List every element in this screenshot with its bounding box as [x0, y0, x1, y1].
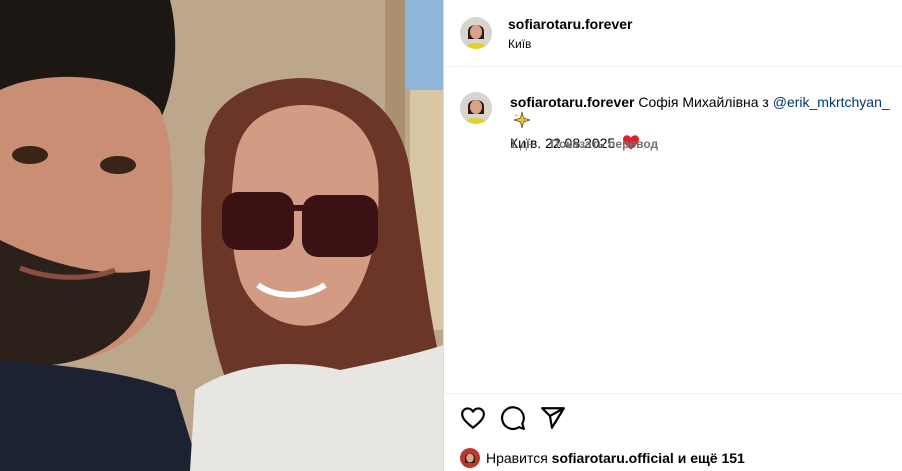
sparkles-icon	[512, 111, 532, 133]
caption-avatar[interactable]	[460, 92, 492, 124]
likes-count[interactable]: и ещё 151	[678, 450, 745, 466]
likes-prefix: Нравится	[486, 450, 548, 466]
caption-text-1: Софія Михайлівна з	[638, 94, 769, 110]
post-container: sofiarotaru.forever Київ sofiarotaru.for…	[0, 0, 902, 471]
selfie-image	[0, 0, 443, 471]
avatar-image	[460, 448, 480, 468]
divider	[444, 393, 902, 394]
comment-icon[interactable]	[500, 405, 526, 431]
mention-link[interactable]: @erik_mkrtchyan_	[773, 94, 890, 110]
post-age[interactable]: 1 дн.	[510, 137, 537, 151]
post-header: sofiarotaru.forever Київ	[444, 0, 902, 67]
share-icon[interactable]	[540, 405, 566, 431]
avatar-image	[460, 17, 492, 49]
likes-row: Нравится sofiarotaru.official и ещё 151	[460, 448, 745, 468]
likes-username[interactable]: sofiarotaru.official	[552, 450, 674, 466]
header-username[interactable]: sofiarotaru.forever	[508, 16, 632, 32]
caption-meta: 1 дн. Показать перевод	[510, 137, 668, 151]
post-sidebar: sofiarotaru.forever Київ sofiarotaru.for…	[443, 0, 902, 471]
avatar-image	[460, 92, 492, 124]
heart-outline-icon[interactable]	[460, 405, 486, 431]
caption-username[interactable]: sofiarotaru.forever	[510, 94, 634, 110]
post-photo[interactable]	[0, 0, 443, 471]
header-location[interactable]: Київ	[508, 37, 531, 51]
translate-button[interactable]: Показать перевод	[550, 137, 658, 151]
avatar[interactable]	[460, 17, 492, 49]
liker-avatar[interactable]	[460, 448, 480, 468]
